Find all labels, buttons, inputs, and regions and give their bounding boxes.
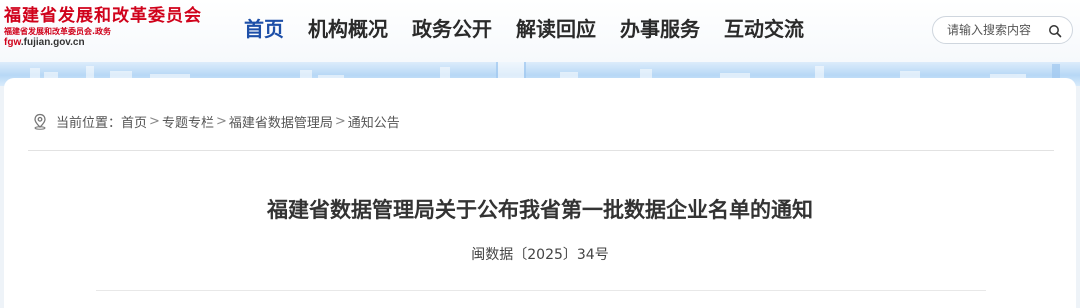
main-nav: 首页 机构概况 政务公开 解读回应 办事服务 互动交流	[232, 0, 816, 60]
breadcrumb-separator: >	[334, 113, 346, 129]
site-header: 福建省发展和改革委员会 福建省发展和改革委员会.政务 fgw.fujian.go…	[0, 0, 1080, 62]
article-title: 福建省数据管理局关于公布我省第一批数据企业名单的通知	[267, 198, 813, 222]
search-icon[interactable]	[1048, 24, 1062, 38]
title-divider	[96, 290, 986, 291]
breadcrumb-separator: >	[149, 113, 160, 129]
breadcrumb: 当前位置： 首页 > 专题专栏 > 福建省数据管理局 > 通知公告	[32, 112, 400, 131]
breadcrumb-data-bureau[interactable]: 福建省数据管理局	[229, 112, 333, 131]
content-panel: 当前位置： 首页 > 专题专栏 > 福建省数据管理局 > 通知公告 福建省数据管…	[4, 78, 1076, 308]
nav-item-interaction[interactable]: 互动交流	[712, 0, 816, 60]
breadcrumb-home[interactable]: 首页	[121, 112, 147, 131]
breadcrumb-notices[interactable]: 通知公告	[348, 112, 400, 131]
logo-domain-prefix: fgw	[4, 37, 21, 48]
site-logo[interactable]: 福建省发展和改革委员会 福建省发展和改革委员会.政务 fgw.fujian.go…	[4, 6, 224, 49]
breadcrumb-separator: >	[215, 113, 227, 129]
logo-subtitle: 福建省发展和改革委员会.政务	[4, 27, 112, 36]
nav-item-services[interactable]: 办事服务	[608, 0, 712, 60]
breadcrumb-divider	[28, 150, 1054, 151]
nav-item-organization[interactable]: 机构概况	[296, 0, 400, 60]
search-box	[932, 16, 1073, 44]
nav-item-interpretation[interactable]: 解读回应	[504, 0, 608, 60]
search-input[interactable]	[947, 22, 1047, 38]
nav-item-home[interactable]: 首页	[232, 0, 296, 60]
logo-title: 福建省发展和改革委员会	[4, 6, 202, 26]
logo-domain: fgw.fujian.gov.cn	[4, 37, 224, 49]
nav-item-government-affairs[interactable]: 政务公开	[400, 0, 504, 60]
document-number: 闽数据〔2025〕34号	[471, 247, 609, 263]
location-pin-icon	[34, 113, 46, 130]
breadcrumb-prefix: 当前位置：	[56, 115, 122, 131]
breadcrumb-special-topics[interactable]: 专题专栏	[162, 112, 214, 131]
logo-domain-rest: .fujian.gov.cn	[20, 37, 85, 48]
